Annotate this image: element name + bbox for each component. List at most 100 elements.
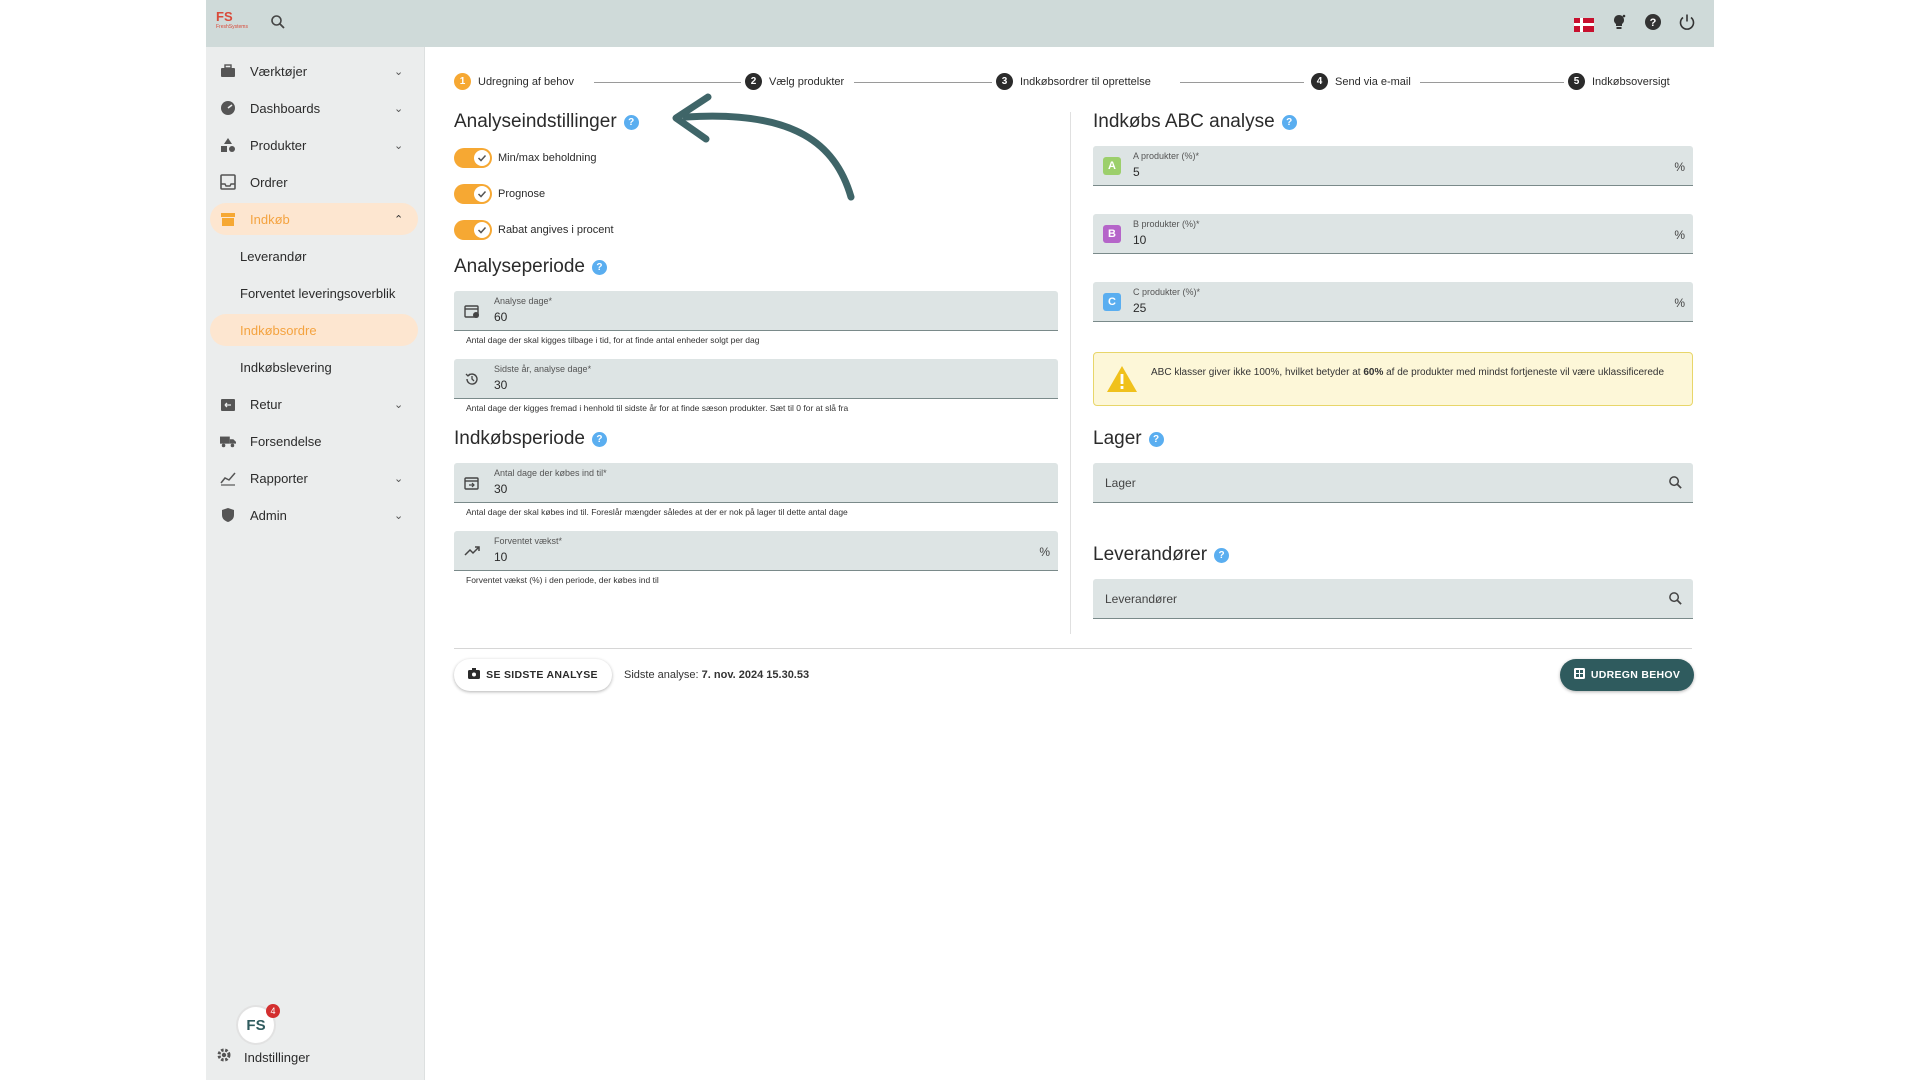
field-value: 25 <box>1133 301 1147 315</box>
sidebar-subitem-label: Indkøbslevering <box>240 359 332 375</box>
last-year-days-field[interactable]: Sidste år, analyse dage* 30 <box>454 359 1058 399</box>
stock-title: Lager ? <box>1093 428 1164 450</box>
top-bar: FS FreshSystems ? <box>206 0 1714 47</box>
sidebar-subitem-indkobslevering[interactable]: Indkøbslevering <box>210 351 418 383</box>
sidebar-item-admin[interactable]: Admin ⌄ <box>210 499 418 531</box>
toggle-switch[interactable] <box>454 184 492 204</box>
power-icon[interactable] <box>1678 13 1696 36</box>
search-icon[interactable] <box>270 14 286 35</box>
sidebar-subitem-leverandor[interactable]: Leverandør <box>210 240 418 272</box>
step-indkobsordrer-til-oprettelse[interactable]: 3 Indkøbsordrer til oprettelse <box>992 73 1151 90</box>
a-products-field[interactable]: A A produkter (%)* 5 % <box>1093 146 1693 186</box>
step-send-via-email[interactable]: 4 Send via e-mail <box>1307 73 1411 90</box>
sidebar-item-label: Forsendelse <box>250 433 322 449</box>
toggle-rabat-procent[interactable]: Rabat angives i procent <box>454 220 614 240</box>
danish-flag-icon[interactable] <box>1574 17 1594 32</box>
sidebar-item-forsendelse[interactable]: Forsendelse <box>210 425 418 457</box>
b-products-field[interactable]: B B produkter (%)* 10 % <box>1093 214 1693 254</box>
warning-text-bold: 60% <box>1363 367 1384 378</box>
stepper: 1 Udregning af behov 2 Vælg produkter 3 … <box>454 73 1692 93</box>
sidebar-item-vaerktojer[interactable]: Værktøjer ⌄ <box>210 55 418 87</box>
sidebar-subitem-forventet-leveringsoverblik[interactable]: Forventet leveringsoverblik <box>210 277 418 309</box>
sidebar-item-rapporter[interactable]: Rapporter ⌄ <box>210 462 418 494</box>
history-icon <box>464 371 480 387</box>
trending-up-icon <box>464 543 480 559</box>
step-label: Indkøbsordrer til oprettelse <box>1020 75 1151 88</box>
section-title-text: Leverandører <box>1093 544 1208 565</box>
purchase-period-title: Indkøbsperiode ? <box>454 428 607 450</box>
sidebar-item-ordrer[interactable]: Ordrer <box>210 166 418 198</box>
analysis-days-field[interactable]: Analyse dage* 60 <box>454 291 1058 331</box>
help-icon[interactable]: ? <box>591 259 607 275</box>
lightbulb-icon[interactable] <box>1610 13 1628 36</box>
app-logo[interactable]: FS FreshSystems <box>216 10 256 36</box>
calendar-clock-icon <box>464 303 480 319</box>
suppliers-search-input[interactable]: Leverandører <box>1093 579 1693 619</box>
toolbox-icon <box>220 63 236 79</box>
settings-link[interactable]: Indstillinger <box>216 1047 310 1068</box>
warning-text-post: af de produkter med mindst fortjeneste v… <box>1383 367 1665 378</box>
step-label: Indkøbsoversigt <box>1592 75 1670 88</box>
chevron-down-icon: ⌄ <box>394 139 404 152</box>
sidebar-subitem-label: Forventet leveringsoverblik <box>240 285 396 301</box>
help-icon[interactable]: ? <box>1644 13 1662 36</box>
settings-label: Indstillinger <box>244 1050 310 1065</box>
step-connector <box>854 82 994 83</box>
expected-growth-field[interactable]: Forventet vækst* 10 % <box>454 531 1058 571</box>
step-udregning-af-behov[interactable]: 1 Udregning af behov <box>454 73 575 90</box>
see-last-analysis-button[interactable]: SE SIDSTE ANALYSE <box>454 659 612 691</box>
toggle-switch[interactable] <box>454 220 492 240</box>
purchase-days-field[interactable]: Antal dage der købes ind til* 30 <box>454 463 1058 503</box>
sidebar: Værktøjer ⌄ Dashboards ⌄ Produkter ⌄ Ord… <box>206 47 425 1080</box>
sidebar-subitem-label: Leverandør <box>240 248 307 264</box>
calculator-icon <box>1573 668 1585 682</box>
suppliers-title: Leverandører ? <box>1093 544 1230 566</box>
help-icon[interactable]: ? <box>1281 114 1297 130</box>
toggle-label: Rabat angives i procent <box>498 224 614 236</box>
field-value: 5 <box>1133 165 1140 179</box>
svg-text:?: ? <box>1650 17 1657 29</box>
sidebar-item-label: Produkter <box>250 137 307 153</box>
last-analysis-label: Sidste analyse: <box>624 669 699 681</box>
a-class-icon: A <box>1103 157 1121 175</box>
calendar-arrow-icon <box>464 475 480 491</box>
return-box-icon <box>220 396 236 412</box>
field-label: Antal dage der købes ind til* <box>494 468 607 478</box>
sidebar-item-label: Dashboards <box>250 100 321 116</box>
field-label: Sidste år, analyse dage* <box>494 364 592 374</box>
field-placeholder: Leverandører <box>1105 592 1178 606</box>
toggle-prognose[interactable]: Prognose <box>454 184 545 204</box>
toggle-min-max[interactable]: Min/max beholdning <box>454 148 596 168</box>
sidebar-item-produkter[interactable]: Produkter ⌄ <box>210 129 418 161</box>
search-icon[interactable] <box>1668 591 1683 611</box>
field-value: 10 <box>494 550 508 564</box>
step-number: 3 <box>996 73 1013 90</box>
sidebar-subitem-indkobsordre[interactable]: Indkøbsordre <box>210 314 418 346</box>
admin-icon <box>220 507 236 523</box>
analysis-period-title: Analyseperiode ? <box>454 256 607 278</box>
sidebar-item-dashboards[interactable]: Dashboards ⌄ <box>210 92 418 124</box>
stock-search-input[interactable]: Lager <box>1093 463 1693 503</box>
toggle-switch[interactable] <box>454 148 492 168</box>
calculate-need-button[interactable]: UDREGN BEHOV <box>1560 659 1694 691</box>
sidebar-item-indkob[interactable]: Indkøb ⌃ <box>210 203 418 235</box>
chevron-down-icon: ⌄ <box>394 509 404 522</box>
footer-divider <box>454 648 1692 649</box>
help-icon[interactable]: ? <box>1148 431 1164 447</box>
logo-subtext: FreshSystems <box>216 24 248 30</box>
help-icon[interactable]: ? <box>623 114 639 130</box>
sidebar-item-label: Rapporter <box>250 470 308 486</box>
search-icon[interactable] <box>1668 475 1683 495</box>
speedometer-icon <box>220 100 236 116</box>
c-products-field[interactable]: C C produkter (%)* 25 % <box>1093 282 1693 322</box>
help-icon[interactable]: ? <box>591 431 607 447</box>
sidebar-item-retur[interactable]: Retur ⌄ <box>210 388 418 420</box>
step-number: 4 <box>1311 73 1328 90</box>
help-icon[interactable]: ? <box>1214 547 1230 563</box>
b-class-icon: B <box>1103 225 1121 243</box>
step-connector <box>594 82 744 83</box>
toggle-label: Min/max beholdning <box>498 152 597 164</box>
badge-logo-text: FS <box>246 1016 266 1034</box>
section-title-text: Analyseindstillinger <box>454 111 617 132</box>
step-indkobsoversigt[interactable]: 5 Indkøbsoversigt <box>1564 73 1670 90</box>
